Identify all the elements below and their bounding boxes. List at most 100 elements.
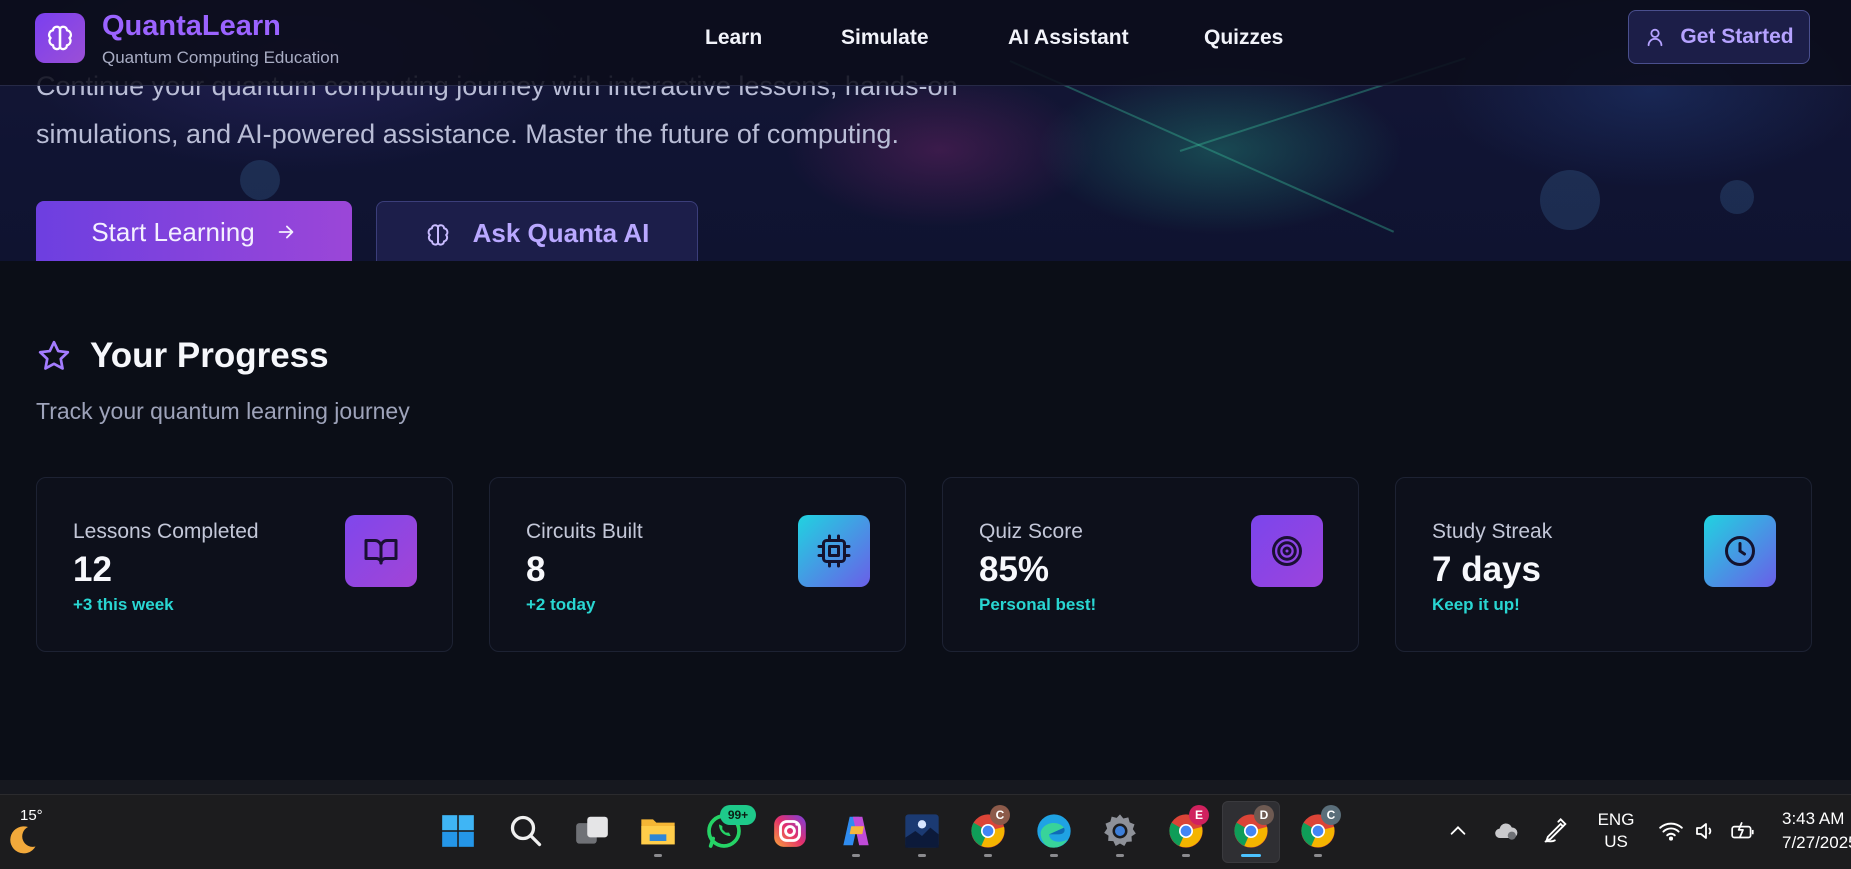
whatsapp-unread-badge: 99+ bbox=[720, 805, 756, 825]
nav-simulate[interactable]: Simulate bbox=[841, 26, 1008, 50]
stat-note: +3 this week bbox=[73, 595, 174, 614]
stat-note: Keep it up! bbox=[1432, 595, 1520, 614]
app-running-indicator bbox=[852, 854, 860, 857]
get-started-button[interactable]: Get Started bbox=[1628, 10, 1810, 64]
app-running-indicator bbox=[984, 854, 992, 857]
windows-taskbar: 15° 99+ C E D C ENG US 3:43 AM 7/27/2025 bbox=[0, 794, 1851, 869]
stat-value: 7 days bbox=[1432, 550, 1541, 589]
settings-button[interactable] bbox=[1098, 809, 1142, 853]
stat-label: Study Streak bbox=[1432, 520, 1553, 543]
stat-card-circuits: Circuits Built 8 +2 today bbox=[489, 477, 906, 652]
edge-button[interactable] bbox=[1032, 809, 1076, 853]
app-running-indicator bbox=[1050, 854, 1058, 857]
star-icon bbox=[38, 340, 70, 370]
top-navbar: QuantaLearn Quantum Computing Education … bbox=[0, 0, 1851, 86]
battery-button[interactable] bbox=[1728, 809, 1758, 853]
app-active-indicator bbox=[1241, 854, 1261, 857]
main-nav: Learn Simulate AI Assistant Quizzes bbox=[705, 26, 1283, 50]
copilot-icon bbox=[843, 816, 869, 846]
book-open-icon bbox=[345, 515, 417, 587]
nav-learn[interactable]: Learn bbox=[705, 26, 841, 50]
chrome-profile-badge: C bbox=[990, 805, 1010, 825]
gear-icon bbox=[1104, 814, 1136, 846]
hero-description-line: simulations, and AI-powered assistance. … bbox=[36, 119, 899, 149]
chrome-profile-badge: C bbox=[1321, 805, 1341, 825]
stat-label: Quiz Score bbox=[979, 520, 1083, 543]
brain-icon bbox=[48, 25, 72, 51]
nav-ai-assistant[interactable]: AI Assistant bbox=[1008, 26, 1204, 50]
onedrive-button[interactable] bbox=[1488, 809, 1524, 853]
language-code: ENG bbox=[1597, 810, 1635, 829]
app-running-indicator bbox=[1314, 854, 1322, 857]
edge-icon bbox=[1037, 814, 1071, 848]
show-hidden-icons-button[interactable] bbox=[1440, 809, 1476, 853]
ask-quanta-ai-button[interactable]: Ask Quanta AI bbox=[376, 201, 698, 261]
clock-time: 3:43 AM bbox=[1782, 809, 1845, 828]
brand-subtitle: Quantum Computing Education bbox=[102, 48, 340, 67]
moon-icon bbox=[10, 826, 36, 854]
progress-subtitle: Track your quantum learning journey bbox=[36, 398, 410, 424]
cloud-icon bbox=[1495, 823, 1518, 840]
brand-logo[interactable] bbox=[35, 13, 85, 63]
copilot-button[interactable] bbox=[834, 809, 878, 853]
get-started-label: Get Started bbox=[1680, 25, 1794, 48]
weather-temperature: 15° bbox=[20, 807, 43, 824]
clock-date: 7/27/2025 bbox=[1782, 833, 1851, 852]
task-view-button[interactable] bbox=[570, 809, 614, 853]
system-clock[interactable]: 3:43 AM 7/27/2025 bbox=[1782, 807, 1851, 855]
stat-note: Personal best! bbox=[979, 595, 1097, 614]
app-running-indicator bbox=[918, 854, 926, 857]
chrome-profile-badge: D bbox=[1254, 805, 1274, 825]
chrome-profile-badge: E bbox=[1189, 805, 1209, 825]
hero-decor-dot bbox=[1720, 180, 1754, 214]
brain-icon bbox=[427, 224, 448, 246]
stat-label: Lessons Completed bbox=[73, 520, 259, 543]
app-running-indicator bbox=[1182, 854, 1190, 857]
pen-menu-button[interactable] bbox=[1538, 809, 1574, 853]
app-running-indicator bbox=[654, 854, 662, 857]
page-bottom-divider bbox=[0, 780, 1851, 794]
brand-title[interactable]: QuantaLearn bbox=[102, 10, 281, 43]
stats-cards: Lessons Completed 12 +3 this week Circui… bbox=[36, 477, 1812, 652]
file-explorer-button[interactable] bbox=[636, 809, 680, 853]
instagram-button[interactable] bbox=[768, 809, 812, 853]
arrow-right-icon bbox=[278, 225, 293, 239]
target-icon bbox=[1251, 515, 1323, 587]
nav-quizzes[interactable]: Quizzes bbox=[1204, 26, 1283, 50]
hero-decor-dot bbox=[1540, 170, 1600, 230]
network-button[interactable] bbox=[1656, 809, 1686, 853]
stat-card-quiz-score: Quiz Score 85% Personal best! bbox=[942, 477, 1359, 652]
volume-button[interactable] bbox=[1690, 809, 1720, 853]
start-button[interactable] bbox=[436, 809, 480, 853]
search-button[interactable] bbox=[504, 809, 548, 853]
game-app-button[interactable] bbox=[900, 809, 944, 853]
hero-decor-dot bbox=[240, 160, 280, 200]
ask-quanta-ai-label: Ask Quanta AI bbox=[472, 218, 650, 248]
stat-card-study-streak: Study Streak 7 days Keep it up! bbox=[1395, 477, 1812, 652]
start-learning-label: Start Learning bbox=[91, 217, 255, 247]
wifi-icon bbox=[1659, 822, 1683, 841]
progress-title: Your Progress bbox=[90, 336, 329, 375]
start-learning-button[interactable]: Start Learning bbox=[36, 201, 352, 261]
chevron-up-icon bbox=[1450, 826, 1466, 835]
pen-icon bbox=[1544, 818, 1567, 843]
stat-value: 12 bbox=[73, 550, 112, 589]
task-view-icon bbox=[576, 816, 608, 844]
search-icon bbox=[510, 815, 542, 847]
battery-charging-icon bbox=[1731, 821, 1754, 839]
clock-icon bbox=[1704, 515, 1776, 587]
progress-heading: Your Progress bbox=[36, 336, 329, 376]
speaker-icon bbox=[1696, 823, 1712, 839]
windows-logo-icon bbox=[442, 815, 474, 847]
stat-label: Circuits Built bbox=[526, 520, 643, 543]
stat-card-lessons: Lessons Completed 12 +3 this week bbox=[36, 477, 453, 652]
instagram-icon bbox=[774, 815, 806, 847]
game-app-icon bbox=[905, 814, 939, 848]
cpu-chip-icon bbox=[798, 515, 870, 587]
folder-icon bbox=[641, 819, 675, 845]
stat-note: +2 today bbox=[526, 595, 596, 614]
stat-value: 8 bbox=[526, 550, 546, 589]
language-indicator[interactable]: ENG US bbox=[1590, 809, 1642, 853]
region-code: US bbox=[1604, 832, 1628, 851]
stat-value: 85% bbox=[979, 550, 1050, 589]
